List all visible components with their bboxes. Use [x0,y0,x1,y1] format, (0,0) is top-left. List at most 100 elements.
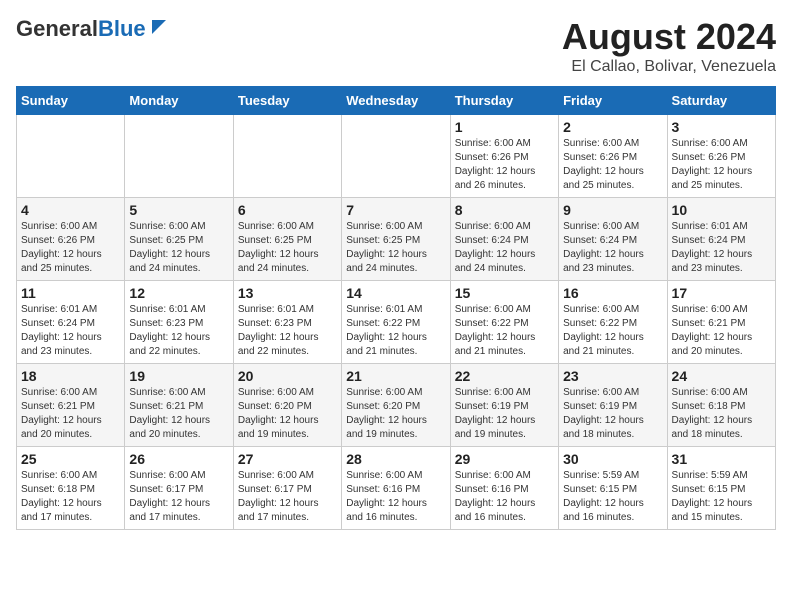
title-block: August 2024 El Callao, Bolivar, Venezuel… [562,16,776,76]
cell-date: 30 [563,451,662,467]
cell-date: 16 [563,285,662,301]
cell-date: 23 [563,368,662,384]
calendar-cell: 1 Sunrise: 6:00 AM Sunset: 6:26 PM Daylig… [450,115,558,198]
calendar-cell: 20 Sunrise: 6:00 AM Sunset: 6:20 PM Dayli… [233,364,341,447]
cell-date: 27 [238,451,337,467]
logo-text: GeneralBlue [16,16,146,42]
calendar-cell: 4Sunrise: 6:00 AM Sunset: 6:26 PM Daylig… [17,198,125,281]
cell-info: Sunrise: 6:00 AM Sunset: 6:19 PM Dayligh… [455,386,554,442]
cell-date: 1 [455,119,554,135]
cell-info: Sunrise: 6:00 AM Sunset: 6:22 PM Dayligh… [563,303,662,359]
cell-info: Sunrise: 6:01 AM Sunset: 6:24 PM Dayligh… [21,303,120,359]
cell-info: Sunrise: 6:00 AM Sunset: 6:24 PM Dayligh… [563,220,662,276]
cell-info: Sunrise: 6:00 AM Sunset: 6:26 PM Dayligh… [455,137,554,193]
cell-date: 22 [455,368,554,384]
cell-info: Sunrise: 6:00 AM Sunset: 6:17 PM Dayligh… [129,469,228,525]
cell-date: 28 [346,451,445,467]
cell-date: 14 [346,285,445,301]
page-header: GeneralBlue August 2024 El Callao, Boliv… [16,16,776,76]
calendar-cell: 11 Sunrise: 6:01 AM Sunset: 6:24 PM Dayli… [17,281,125,364]
cell-info: Sunrise: 6:00 AM Sunset: 6:20 PM Dayligh… [238,386,337,442]
calendar-cell: 24 Sunrise: 6:00 AM Sunset: 6:18 PM Dayli… [667,364,775,447]
cell-info: Sunrise: 6:01 AM Sunset: 6:22 PM Dayligh… [346,303,445,359]
calendar-cell: 5 Sunrise: 6:00 AM Sunset: 6:25 PM Daylig… [125,198,233,281]
cell-info: Sunrise: 6:00 AM Sunset: 6:22 PM Dayligh… [455,303,554,359]
day-header-thursday: Thursday [450,87,558,115]
calendar-cell: 22 Sunrise: 6:00 AM Sunset: 6:19 PM Dayli… [450,364,558,447]
cell-info: Sunrise: 6:01 AM Sunset: 6:24 PM Dayligh… [672,220,771,276]
calendar-cell: 9 Sunrise: 6:00 AM Sunset: 6:24 PM Daylig… [559,198,667,281]
calendar-week-4: 18 Sunrise: 6:00 AM Sunset: 6:21 PM Dayli… [17,364,776,447]
cell-date: 5 [129,202,228,218]
cell-date: 2 [563,119,662,135]
calendar-cell [125,115,233,198]
calendar-cell: 16 Sunrise: 6:00 AM Sunset: 6:22 PM Dayli… [559,281,667,364]
cell-date: 24 [672,368,771,384]
day-header-friday: Friday [559,87,667,115]
cell-info: Sunrise: 6:00 AM Sunset: 6:18 PM Dayligh… [672,386,771,442]
calendar-cell: 21 Sunrise: 6:00 AM Sunset: 6:20 PM Dayli… [342,364,450,447]
calendar-cell: 29 Sunrise: 6:00 AM Sunset: 6:16 PM Dayli… [450,447,558,530]
cell-info: Sunrise: 6:00 AM Sunset: 6:19 PM Dayligh… [563,386,662,442]
cell-date: 26 [129,451,228,467]
calendar-cell: 8 Sunrise: 6:00 AM Sunset: 6:24 PM Daylig… [450,198,558,281]
cell-date: 20 [238,368,337,384]
cell-info: Sunrise: 6:00 AM Sunset: 6:26 PM Dayligh… [672,137,771,193]
cell-info: Sunrise: 6:00 AM Sunset: 6:16 PM Dayligh… [346,469,445,525]
cell-info: Sunrise: 6:00 AM Sunset: 6:17 PM Dayligh… [238,469,337,525]
cell-info: Sunrise: 6:01 AM Sunset: 6:23 PM Dayligh… [238,303,337,359]
calendar-cell: 25 Sunrise: 6:00 AM Sunset: 6:18 PM Dayli… [17,447,125,530]
cell-info: Sunrise: 6:00 AM Sunset: 6:24 PM Dayligh… [455,220,554,276]
calendar-week-3: 11 Sunrise: 6:01 AM Sunset: 6:24 PM Dayli… [17,281,776,364]
calendar-cell [233,115,341,198]
cell-date: 21 [346,368,445,384]
logo: GeneralBlue [16,16,170,42]
calendar-table: SundayMondayTuesdayWednesdayThursdayFrid… [16,86,776,530]
days-header-row: SundayMondayTuesdayWednesdayThursdayFrid… [17,87,776,115]
cell-date: 19 [129,368,228,384]
logo-icon [148,16,170,38]
calendar-cell: 12Sunrise: 6:01 AM Sunset: 6:23 PM Dayli… [125,281,233,364]
cell-date: 8 [455,202,554,218]
cell-date: 31 [672,451,771,467]
calendar-cell [17,115,125,198]
calendar-cell: 27 Sunrise: 6:00 AM Sunset: 6:17 PM Dayli… [233,447,341,530]
cell-date: 18 [21,368,120,384]
calendar-cell: 31 Sunrise: 5:59 AM Sunset: 6:15 PM Dayli… [667,447,775,530]
calendar-cell: 23 Sunrise: 6:00 AM Sunset: 6:19 PM Dayli… [559,364,667,447]
cell-info: Sunrise: 6:00 AM Sunset: 6:25 PM Dayligh… [346,220,445,276]
cell-info: Sunrise: 5:59 AM Sunset: 6:15 PM Dayligh… [672,469,771,525]
cell-date: 13 [238,285,337,301]
cell-info: Sunrise: 5:59 AM Sunset: 6:15 PM Dayligh… [563,469,662,525]
calendar-cell: 14 Sunrise: 6:01 AM Sunset: 6:22 PM Dayli… [342,281,450,364]
cell-info: Sunrise: 6:00 AM Sunset: 6:25 PM Dayligh… [238,220,337,276]
cell-date: 15 [455,285,554,301]
cell-info: Sunrise: 6:00 AM Sunset: 6:21 PM Dayligh… [129,386,228,442]
cell-info: Sunrise: 6:00 AM Sunset: 6:21 PM Dayligh… [672,303,771,359]
cell-date: 11 [21,285,120,301]
calendar-cell: 6 Sunrise: 6:00 AM Sunset: 6:25 PM Daylig… [233,198,341,281]
cell-date: 6 [238,202,337,218]
calendar-week-1: 1 Sunrise: 6:00 AM Sunset: 6:26 PM Daylig… [17,115,776,198]
cell-date: 9 [563,202,662,218]
cell-info: Sunrise: 6:00 AM Sunset: 6:16 PM Dayligh… [455,469,554,525]
cell-info: Sunrise: 6:01 AM Sunset: 6:23 PM Dayligh… [129,303,228,359]
cell-info: Sunrise: 6:00 AM Sunset: 6:25 PM Dayligh… [129,220,228,276]
calendar-cell: 28 Sunrise: 6:00 AM Sunset: 6:16 PM Dayli… [342,447,450,530]
page-subtitle: El Callao, Bolivar, Venezuela [562,58,776,76]
cell-date: 25 [21,451,120,467]
calendar-cell: 7 Sunrise: 6:00 AM Sunset: 6:25 PM Daylig… [342,198,450,281]
day-header-sunday: Sunday [17,87,125,115]
calendar-week-2: 4Sunrise: 6:00 AM Sunset: 6:26 PM Daylig… [17,198,776,281]
cell-date: 17 [672,285,771,301]
cell-info: Sunrise: 6:00 AM Sunset: 6:18 PM Dayligh… [21,469,120,525]
day-header-wednesday: Wednesday [342,87,450,115]
day-header-saturday: Saturday [667,87,775,115]
calendar-cell: 3Sunrise: 6:00 AM Sunset: 6:26 PM Daylig… [667,115,775,198]
cell-date: 7 [346,202,445,218]
calendar-cell: 10Sunrise: 6:01 AM Sunset: 6:24 PM Dayli… [667,198,775,281]
calendar-cell: 30 Sunrise: 5:59 AM Sunset: 6:15 PM Dayli… [559,447,667,530]
cell-date: 29 [455,451,554,467]
cell-info: Sunrise: 6:00 AM Sunset: 6:20 PM Dayligh… [346,386,445,442]
day-header-tuesday: Tuesday [233,87,341,115]
